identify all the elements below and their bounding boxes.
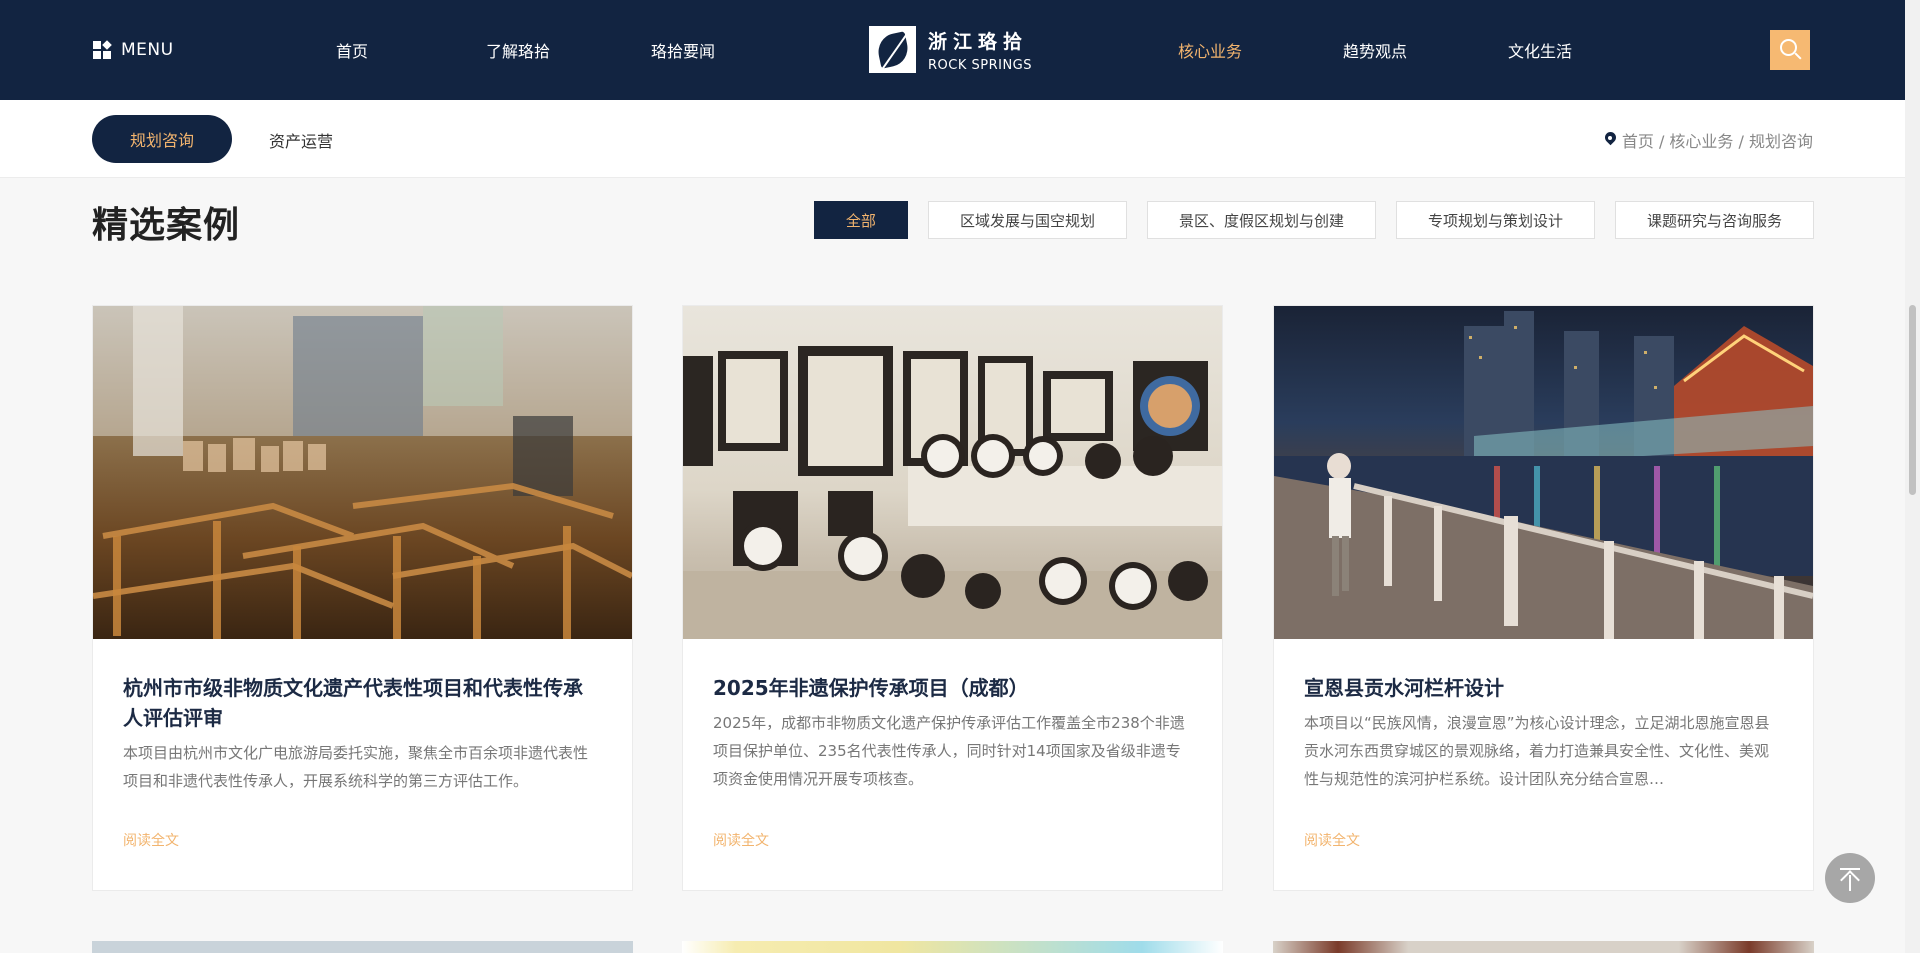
nav-item-core-business[interactable]: 核心业务 — [1178, 38, 1242, 62]
filter-scenic-resort[interactable]: 景区、度假区规划与创建 — [1146, 201, 1376, 239]
case-description: 本项目以“民族风情，浪漫宣恩”为核心设计理念，立足湖北恩施宣恩县贡水河东西贯穿城… — [1304, 714, 1770, 788]
case-image-embroidery-gallery[interactable] — [683, 306, 1222, 639]
filter-research-consulting[interactable]: 课题研究与咨询服务 — [1614, 201, 1814, 239]
nav-item-culture[interactable]: 文化生活 — [1508, 38, 1572, 62]
case-card[interactable]: 2025年非遗保护传承项目（成都） 2025年，成都市非物质文化遗产保护传承评估… — [682, 305, 1223, 891]
location-pin-icon — [1605, 132, 1616, 148]
section-title: 精选案例 — [92, 205, 241, 246]
case-card[interactable]: 杭州市市级非物质文化遗产代表性项目和代表性传承人评估评审 本项目由杭州市文化广电… — [92, 305, 633, 891]
read-more-link[interactable]: 阅读全文 — [1304, 830, 1360, 850]
search-button[interactable] — [1770, 30, 1810, 70]
read-more-link[interactable]: 阅读全文 — [713, 830, 769, 850]
sub-navigation-bar: 规划咨询 资产运营 首页 / 核心业务 / 规划咨询 — [0, 100, 1905, 178]
breadcrumb-text[interactable]: 首页 / 核心业务 / 规划咨询 — [1622, 128, 1813, 152]
nav-item-trends[interactable]: 趋势观点 — [1343, 38, 1407, 62]
case-description: 本项目由杭州市文化广电旅游局委托实施，聚焦全市百余项非遗代表性项目和非遗代表性传… — [123, 744, 589, 790]
read-more-link[interactable]: 阅读全文 — [123, 830, 179, 850]
menu-button[interactable]: MENU — [93, 40, 174, 60]
nav-item-about[interactable]: 了解珞拾 — [486, 38, 550, 62]
case-title[interactable]: 杭州市市级非物质文化遗产代表性项目和代表性传承人评估评审 — [123, 673, 602, 733]
breadcrumb: 首页 / 核心业务 / 规划咨询 — [1605, 128, 1813, 152]
filter-regional-planning[interactable]: 区域发展与国空规划 — [927, 201, 1127, 239]
scrollbar-thumb[interactable] — [1909, 305, 1916, 495]
case-image-riverside-railing[interactable] — [1274, 306, 1813, 639]
logo-english-name: ROCK SPRINGS — [928, 57, 1033, 73]
next-case-image[interactable] — [682, 941, 1223, 953]
top-navigation-bar: MENU 首页 了解珞拾 珞拾要闻 浙江珞拾 ROCK SPRINGS 核心业务… — [0, 0, 1905, 100]
tab-asset-operation[interactable]: 资产运营 — [269, 128, 333, 152]
site-logo[interactable]: 浙江珞拾 ROCK SPRINGS — [869, 26, 1032, 73]
logo-chinese-name: 浙江珞拾 — [928, 30, 1029, 53]
category-filters: 全部 区域发展与国空规划 景区、度假区规划与创建 专项规划与策划设计 课题研究与… — [794, 201, 1814, 239]
back-to-top-button[interactable] — [1825, 853, 1875, 903]
next-case-image[interactable] — [92, 941, 633, 953]
nav-item-news[interactable]: 珞拾要闻 — [651, 38, 715, 62]
tab-planning-consulting[interactable]: 规划咨询 — [92, 115, 232, 163]
case-title[interactable]: 宣恩县贡水河栏杆设计 — [1304, 673, 1783, 703]
logo-icon — [869, 26, 916, 73]
filter-special-planning[interactable]: 专项规划与策划设计 — [1395, 201, 1595, 239]
filter-all[interactable]: 全部 — [813, 201, 908, 239]
nav-item-home[interactable]: 首页 — [336, 38, 368, 62]
case-image-weaving-exhibition[interactable] — [93, 306, 632, 639]
menu-icon — [93, 40, 112, 59]
case-card[interactable]: 宣恩县贡水河栏杆设计 本项目以“民族风情，浪漫宣恩”为核心设计理念，立足湖北恩施… — [1273, 305, 1814, 891]
menu-label: MENU — [121, 40, 174, 60]
next-case-image[interactable] — [1273, 941, 1814, 953]
page-scrollbar[interactable] — [1905, 0, 1920, 953]
case-description: 2025年，成都市非物质文化遗产保护传承评估工作覆盖全市238个非遗项目保护单位… — [713, 714, 1185, 788]
case-title[interactable]: 2025年非遗保护传承项目（成都） — [713, 673, 1192, 703]
